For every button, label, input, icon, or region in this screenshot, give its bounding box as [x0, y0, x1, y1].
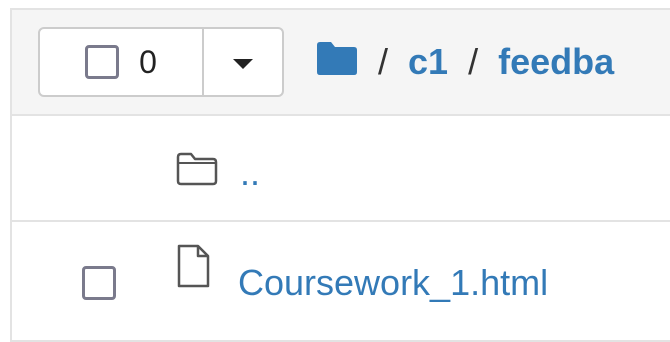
selected-count: 0 — [139, 44, 157, 80]
file-link[interactable]: Coursework_1.html — [238, 262, 548, 304]
home-folder-icon[interactable] — [316, 40, 358, 85]
list-item: Coursework_1.html — [12, 222, 670, 326]
folder-icon — [176, 152, 218, 191]
breadcrumb-separator: / — [468, 41, 479, 82]
file-icon — [176, 244, 210, 293]
breadcrumb-item-c1[interactable]: c1 — [408, 41, 448, 83]
breadcrumb-separator: / — [378, 41, 389, 82]
selection-button-group: 0 — [38, 27, 284, 97]
notebook-list-panel: 0 / c1 / feedba .. Coursework_1.html — [10, 8, 670, 342]
file-checkbox[interactable] — [82, 266, 116, 300]
breadcrumb: / c1 / feedba — [316, 40, 614, 84]
breadcrumb-item-feedback[interactable]: feedba — [498, 41, 614, 83]
select-all-button[interactable]: 0 — [40, 29, 204, 95]
parent-directory-link[interactable]: .. — [240, 152, 260, 194]
list-header: 0 / c1 / feedba — [12, 10, 670, 116]
list-item-parent-dir[interactable]: .. — [12, 116, 670, 222]
selection-dropdown-toggle[interactable] — [204, 29, 282, 95]
select-all-checkbox[interactable] — [85, 45, 120, 79]
caret-down-icon — [233, 59, 253, 69]
